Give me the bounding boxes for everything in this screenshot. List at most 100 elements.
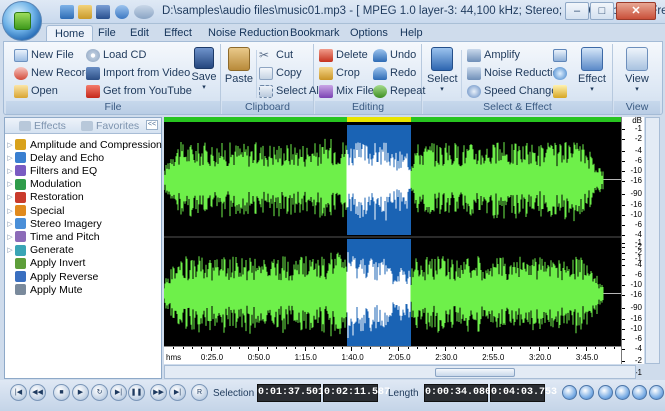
cut-button[interactable]: ✂ Cut xyxy=(259,47,293,63)
amplify-button[interactable]: Amplify xyxy=(467,47,520,63)
loop-button[interactable]: ↻ xyxy=(91,384,108,401)
noise-reduction-button[interactable]: Noise Reduction xyxy=(467,65,565,81)
save-button[interactable]: Save ▾ xyxy=(190,47,218,91)
effect-item[interactable]: ▷ Modulation xyxy=(5,178,81,191)
new-file-icon[interactable] xyxy=(60,5,74,19)
zoom-vertical-out-icon[interactable] xyxy=(649,385,664,400)
expand-arrow-icon[interactable]: ▷ xyxy=(5,141,15,149)
application-menu-button[interactable] xyxy=(2,1,42,41)
selection-start-display[interactable]: 0:01:37.501 xyxy=(257,384,324,402)
tab-favorites[interactable]: Favorites xyxy=(81,120,139,132)
time-label: 3:20.0 xyxy=(528,353,552,362)
select-all-button[interactable]: Select All xyxy=(259,83,321,99)
redo-button[interactable]: Redo xyxy=(373,65,416,81)
expand-arrow-icon[interactable]: ▷ xyxy=(5,233,15,241)
copy-button[interactable]: Copy xyxy=(259,65,302,81)
expand-arrow-icon[interactable]: ▷ xyxy=(5,180,15,188)
new-record-button[interactable]: New Record xyxy=(14,65,92,81)
stop-button[interactable]: ■ xyxy=(53,384,70,401)
crop-button[interactable]: Crop xyxy=(319,65,360,81)
horizontal-scrollbar[interactable] xyxy=(164,365,636,379)
selection-end-display[interactable]: 0:02:11.587 xyxy=(323,384,390,402)
effect-shortcut-2[interactable] xyxy=(553,65,567,81)
effect-shortcut-3[interactable] xyxy=(553,83,567,99)
undo-icon xyxy=(373,48,387,62)
scroll-thumb[interactable] xyxy=(435,368,515,377)
open-button[interactable]: Open xyxy=(14,83,58,99)
expand-arrow-icon[interactable]: ▷ xyxy=(5,207,15,215)
select-button[interactable]: Select ▾ xyxy=(427,47,458,93)
rewind-button[interactable]: ◀◀ xyxy=(29,384,46,401)
effect-item[interactable]: Apply Reverse xyxy=(5,270,98,283)
tab-help[interactable]: Help xyxy=(392,25,431,42)
delete-button[interactable]: Delete xyxy=(319,47,368,63)
load-cd-button[interactable]: Load CD xyxy=(86,47,146,63)
time-minor-tick xyxy=(398,347,400,349)
pause-button[interactable]: ❚❚ xyxy=(128,384,145,401)
waveform-editor[interactable]: dB -1 -1 -2 -2 -4 -4 -6 -6 -10 -10 -16 -16 -90 -90 -16… xyxy=(164,117,644,377)
selection-marker[interactable] xyxy=(346,117,411,122)
db-tick xyxy=(622,295,625,296)
paste-button[interactable]: Paste xyxy=(224,47,254,85)
effect-item[interactable]: ▷ Stereo Imagery xyxy=(5,217,102,230)
effect-icon xyxy=(581,47,603,71)
expand-arrow-icon[interactable]: ▷ xyxy=(5,220,15,228)
effect-item[interactable]: ▷ Time and Pitch xyxy=(5,230,99,243)
expand-arrow-icon[interactable]: ▷ xyxy=(5,154,15,162)
undo-icon[interactable] xyxy=(115,5,129,19)
effect-item[interactable]: ▷ Filters and EQ xyxy=(5,164,97,177)
time-ruler[interactable]: hms 0:25.0 0:50.0 1:15.0 1:40.0 2:05.0 2:30.0… xyxy=(164,346,621,364)
effect-item[interactable]: Apply Mute xyxy=(5,283,83,296)
maximize-button[interactable]: □ xyxy=(590,2,614,20)
play-button[interactable]: ▶ xyxy=(72,384,89,401)
effect-item[interactable]: ▷ Restoration xyxy=(5,191,83,204)
tab-edit[interactable]: Edit xyxy=(122,25,157,42)
import-from-video-button[interactable]: Import from Video xyxy=(86,65,190,81)
collapse-panel-button[interactable]: << xyxy=(146,120,158,130)
effect-item[interactable]: ▷ Generate xyxy=(5,244,73,257)
view-button[interactable]: View ▾ xyxy=(620,47,654,93)
effect-item[interactable]: ▷ Delay and Echo xyxy=(5,151,104,164)
total-length-display[interactable]: 0:04:03.753 xyxy=(490,384,557,402)
tab-file[interactable]: File xyxy=(90,25,124,42)
zoom-vertical-in-icon[interactable] xyxy=(632,385,647,400)
save-icon[interactable] xyxy=(96,5,110,19)
waveform-channel-left[interactable] xyxy=(164,125,621,235)
effect-button[interactable]: Effect ▾ xyxy=(575,47,609,93)
forward-button[interactable]: ▶▶ xyxy=(150,384,167,401)
expand-arrow-icon[interactable]: ▷ xyxy=(5,246,15,254)
tab-effect[interactable]: Effect xyxy=(156,25,200,42)
zoom-in-icon[interactable] xyxy=(562,385,577,400)
zoom-out-icon[interactable] xyxy=(579,385,594,400)
speed-change-button[interactable]: Speed Change xyxy=(467,83,557,99)
expand-arrow-icon[interactable]: ▷ xyxy=(5,193,15,201)
vertical-scrollbar[interactable] xyxy=(645,117,660,364)
length-display[interactable]: 0:00:34.086 xyxy=(424,384,491,402)
db-tick xyxy=(622,253,625,254)
minimize-button[interactable]: – xyxy=(565,2,589,20)
expand-arrow-icon[interactable]: ▷ xyxy=(5,167,15,175)
zoom-full-icon[interactable] xyxy=(615,385,630,400)
record-button[interactable]: R xyxy=(191,384,208,401)
mix-file-button[interactable]: Mix File xyxy=(319,83,374,99)
waveform-channel-right[interactable] xyxy=(164,239,621,349)
effect-item[interactable]: ▷ Amplitude and Compression xyxy=(5,138,162,151)
go-to-start-button[interactable]: |◀ xyxy=(10,384,27,401)
repeat-button[interactable]: Repeat xyxy=(373,83,425,99)
tab-bookmark[interactable]: Bookmark xyxy=(282,25,348,42)
close-button[interactable]: ✕ xyxy=(616,2,656,20)
get-from-youtube-button[interactable]: Get from YouTube xyxy=(86,83,192,99)
tab-effects[interactable]: Effects xyxy=(19,120,66,132)
tab-home[interactable]: Home xyxy=(46,25,94,42)
effect-item[interactable]: ▷ Special xyxy=(5,204,64,217)
play-selection-button[interactable]: ▶| xyxy=(110,384,127,401)
tab-options[interactable]: Options xyxy=(342,25,396,42)
customize-quick-access-icon[interactable] xyxy=(134,5,154,19)
effect-item[interactable]: Apply Invert xyxy=(5,257,85,270)
zoom-selection-icon[interactable] xyxy=(598,385,613,400)
open-icon[interactable] xyxy=(78,5,92,19)
undo-button[interactable]: Undo xyxy=(373,47,416,63)
new-file-button[interactable]: New File xyxy=(14,47,74,63)
effect-shortcut-1[interactable] xyxy=(553,47,567,63)
go-to-end-button[interactable]: ▶| xyxy=(169,384,186,401)
